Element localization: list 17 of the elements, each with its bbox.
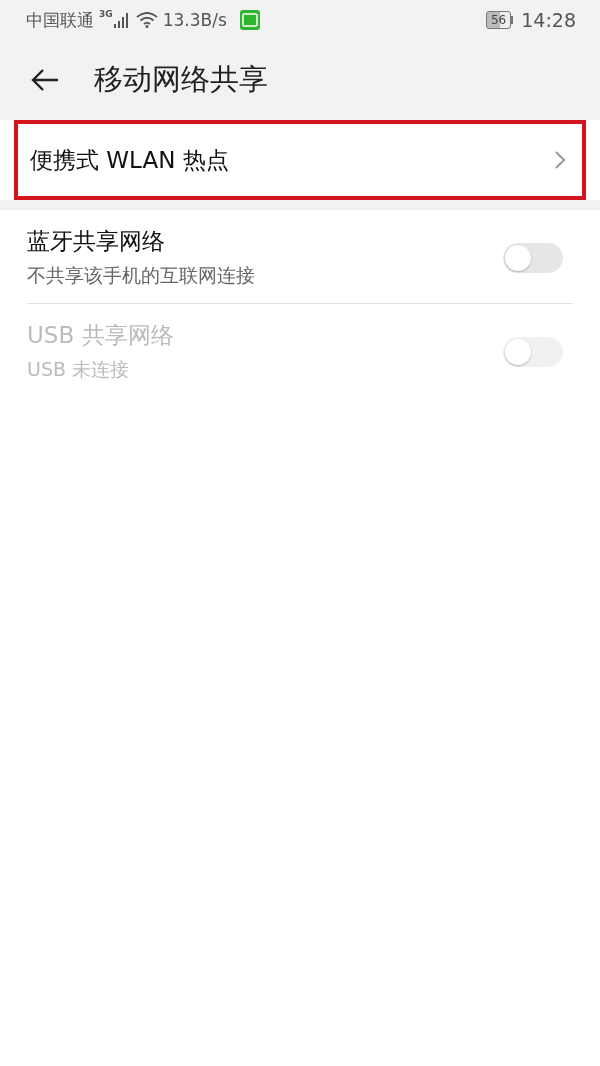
toggle-switch[interactable] [503,242,563,273]
chevron-icon [554,150,566,170]
network-type: 3G [99,9,113,19]
clock: 14:28 [521,9,576,31]
page-title: 移动网络共享 [94,61,268,98]
network-speed: 13.3B/s [162,10,227,30]
signal-icon [113,12,128,28]
setting-title: 蓝牙共享网络 [27,227,166,256]
wifi-icon [135,12,158,28]
carrier-name: 中国联通 [26,8,94,32]
setting-subtitle: 不共享该手机的互联网连接 [27,263,255,288]
setting-title: USB 共享网络 [27,321,174,350]
app-icon [239,10,260,30]
hotspot-item[interactable]: 便携式 WLAN 热点 [14,120,586,200]
hotspot-label: 便携式 WLAN 热点 [30,145,229,175]
battery-indicator: 56 [485,11,512,29]
setting-subtitle: USB 未连接 [27,357,131,382]
